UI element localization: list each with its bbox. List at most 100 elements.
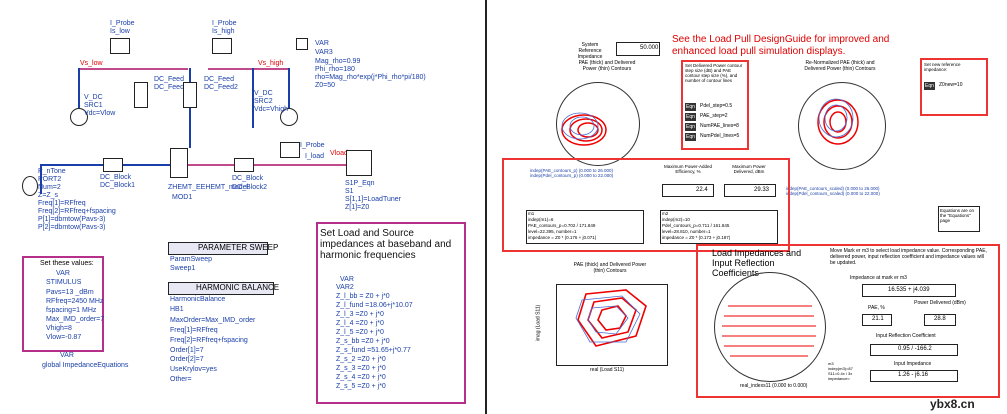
marker-m2-line: m2: [662, 211, 669, 216]
hb-line: Other=: [170, 376, 192, 383]
impedance-line: Z_l_3 =Z0 + j*0: [336, 311, 384, 318]
s1p-name: S1: [345, 188, 354, 195]
stimulus-line: Max_IMD_order=7: [46, 316, 105, 323]
contour-setting-item[interactable]: Eqn: [685, 103, 696, 111]
max-pae-label: Maximum Power-Added Efficiency, %: [663, 164, 713, 174]
new-ref-edit[interactable]: Eqn: [924, 82, 935, 90]
pae-label: PAE, %: [868, 305, 885, 311]
impedance-name: VAR2: [336, 284, 354, 291]
node-vs-low: Vs_low: [80, 60, 103, 67]
contours-main: [561, 112, 607, 146]
hb-line: Freq[2]=RFfreq+fspacing: [170, 337, 248, 344]
system-ref-value: 50.000: [640, 45, 659, 51]
marker-m2-line: impedance = Z0 * (0.173 + j0.187): [662, 235, 731, 240]
contour-settings-note: Set Delivered Power contour step size (d…: [685, 63, 743, 83]
probe2-label: I_Probe: [212, 20, 237, 27]
var3-icon[interactable]: [296, 38, 308, 50]
marker-m2-line: level=28.810, number=1: [662, 229, 711, 234]
impedance-at-m3-label: Impedance at mark er m3: [850, 275, 907, 281]
current-probe-load[interactable]: [280, 142, 300, 158]
marker-m1-line: m1: [528, 211, 535, 216]
port-line: Freq[2]=RFfreq+fspacing: [38, 208, 116, 215]
watermark: ybx8.cn: [930, 397, 975, 411]
marker-m1-line: level=22.395, number=1: [528, 229, 577, 234]
device-ref: MOD1: [172, 194, 193, 201]
current-probe-low[interactable]: [110, 38, 130, 54]
impedance-line: Z_l_4 =Z0 + j*0: [336, 320, 384, 327]
load-points: [722, 305, 816, 357]
max-pae-value: 22.4: [696, 187, 708, 193]
dc-feed-2[interactable]: [183, 82, 197, 108]
contour-setting-value: PAE_step=2: [700, 113, 728, 119]
s1p-line: S[1,1]=LoadTuner: [345, 196, 401, 203]
global-var-title: VAR: [60, 352, 74, 359]
marker-m2-line: Pdel_contours_p=0.711 / 161.845: [662, 223, 730, 228]
stimulus-name: STIMULUS: [46, 279, 82, 286]
pae-chart-title: PAE (thick) and Delivered Power (thin) C…: [578, 60, 636, 72]
marker-m1-line: indep(m1)=6: [528, 217, 554, 222]
impedance-line: Z_s_fund =51.65+j*0.77: [336, 347, 411, 354]
dc-feed-1[interactable]: [134, 82, 148, 108]
param-sweep-sub: ParamSweep: [170, 256, 213, 263]
dc-feed2-name: DC_Feed2: [204, 84, 238, 91]
dc-block-1[interactable]: [103, 158, 123, 172]
stimulus-line: fspacing=1 MHz: [46, 307, 97, 314]
new-ref-note: Set new reference impedance:: [924, 62, 961, 72]
wire-feed1-v: [189, 68, 191, 148]
hb-label: HARMONIC BALANCE: [196, 283, 280, 292]
port-ntone[interactable]: [22, 176, 38, 196]
edit-icon: Eqn: [925, 83, 934, 89]
wire-src1-v: [78, 68, 80, 108]
hb-line: UseKrylov=yes: [170, 366, 217, 373]
dc-block1-type: DC_Block: [100, 174, 132, 181]
src2-type: V_DC: [254, 90, 273, 97]
edit-icon: Eqn: [686, 124, 695, 130]
hb-line: Order[2]=7: [170, 356, 204, 363]
edit-icon: Eqn: [686, 134, 695, 140]
probe3-name: I_load: [305, 153, 325, 160]
stimulus-line: RFfreq=2450 MHz: [46, 298, 104, 305]
var3-line: Phi_rho=180: [315, 66, 355, 73]
src2-name: SRC2: [254, 98, 273, 105]
system-ref-label: System Reference Impedance: [577, 42, 603, 60]
port-name: PORT2: [38, 176, 62, 183]
bottom-chart-title: PAE (thick) and Delivered Power (thin) C…: [573, 262, 647, 274]
contour-setting-item[interactable]: Eqn: [685, 123, 696, 131]
src2-value: Vdc=Vhigh: [254, 106, 289, 113]
new-ref-value: Z0new=10: [939, 82, 963, 88]
dc-feed1-type: DC_Feed: [154, 76, 184, 83]
hb-line: MaxOrder=Max_IMD_order: [170, 317, 256, 324]
schematic-panel: I_Probe Is_low I_Probe Is_high I_Probe I…: [0, 0, 478, 414]
impedance-line: Z_l_bb = Z0 + j*0: [336, 293, 390, 300]
marker-m1-line: PAE_contours_p=0.702 / 171.849: [528, 223, 596, 228]
transistor-hemt[interactable]: [170, 148, 188, 178]
max-pdel-label: Maximum Power Delivered, dBm: [732, 164, 766, 174]
src1-value: Vdc=Vlow: [84, 110, 116, 117]
contour-setting-item[interactable]: Eqn: [685, 113, 696, 121]
dc-block-2[interactable]: [234, 158, 254, 172]
s1p-eqn[interactable]: [346, 150, 372, 176]
probe1-name: Is_low: [110, 28, 130, 35]
port-type: P_nTone: [38, 168, 66, 175]
hb-name: HB1: [170, 306, 184, 313]
device-name: ZHEMT_EEHEMT_model: [168, 184, 249, 191]
hb-sub: HarmonicBalance: [170, 296, 226, 303]
equations-note: Equations are on the "Equations" page: [940, 208, 975, 223]
current-probe-high[interactable]: [212, 38, 232, 54]
pae-value: 21.1: [872, 316, 884, 322]
contours-renorm: [817, 98, 859, 145]
marker-m1-line: impedance = Z0 * (0.176 + j0.071): [528, 235, 597, 240]
dc-block2-type: DC_Block: [232, 175, 264, 182]
contour-setting-item[interactable]: Eqn: [685, 133, 696, 141]
stimulus-line: Vlow=-0.87: [46, 334, 82, 341]
power-label: Power Delivered (dBm): [914, 300, 966, 306]
input-imp-value: 1.26 - j6.16: [898, 372, 929, 378]
impedance-line: Z_l_fund =18.06+j*10.07: [336, 302, 413, 309]
probe2-name: Is_high: [212, 28, 235, 35]
impedance-line: Z_s_4 =Z0 + j*0: [336, 374, 386, 381]
var3-title: VAR: [315, 40, 329, 47]
results-panel: See the Load Pull DesignGuide for improv…: [490, 0, 1007, 414]
m3-line: impedance=: [828, 376, 850, 381]
wire-rf-out: [180, 164, 362, 166]
renorm-chart-title: Re-Normalized PAE (thick) and Delivered …: [804, 60, 876, 72]
